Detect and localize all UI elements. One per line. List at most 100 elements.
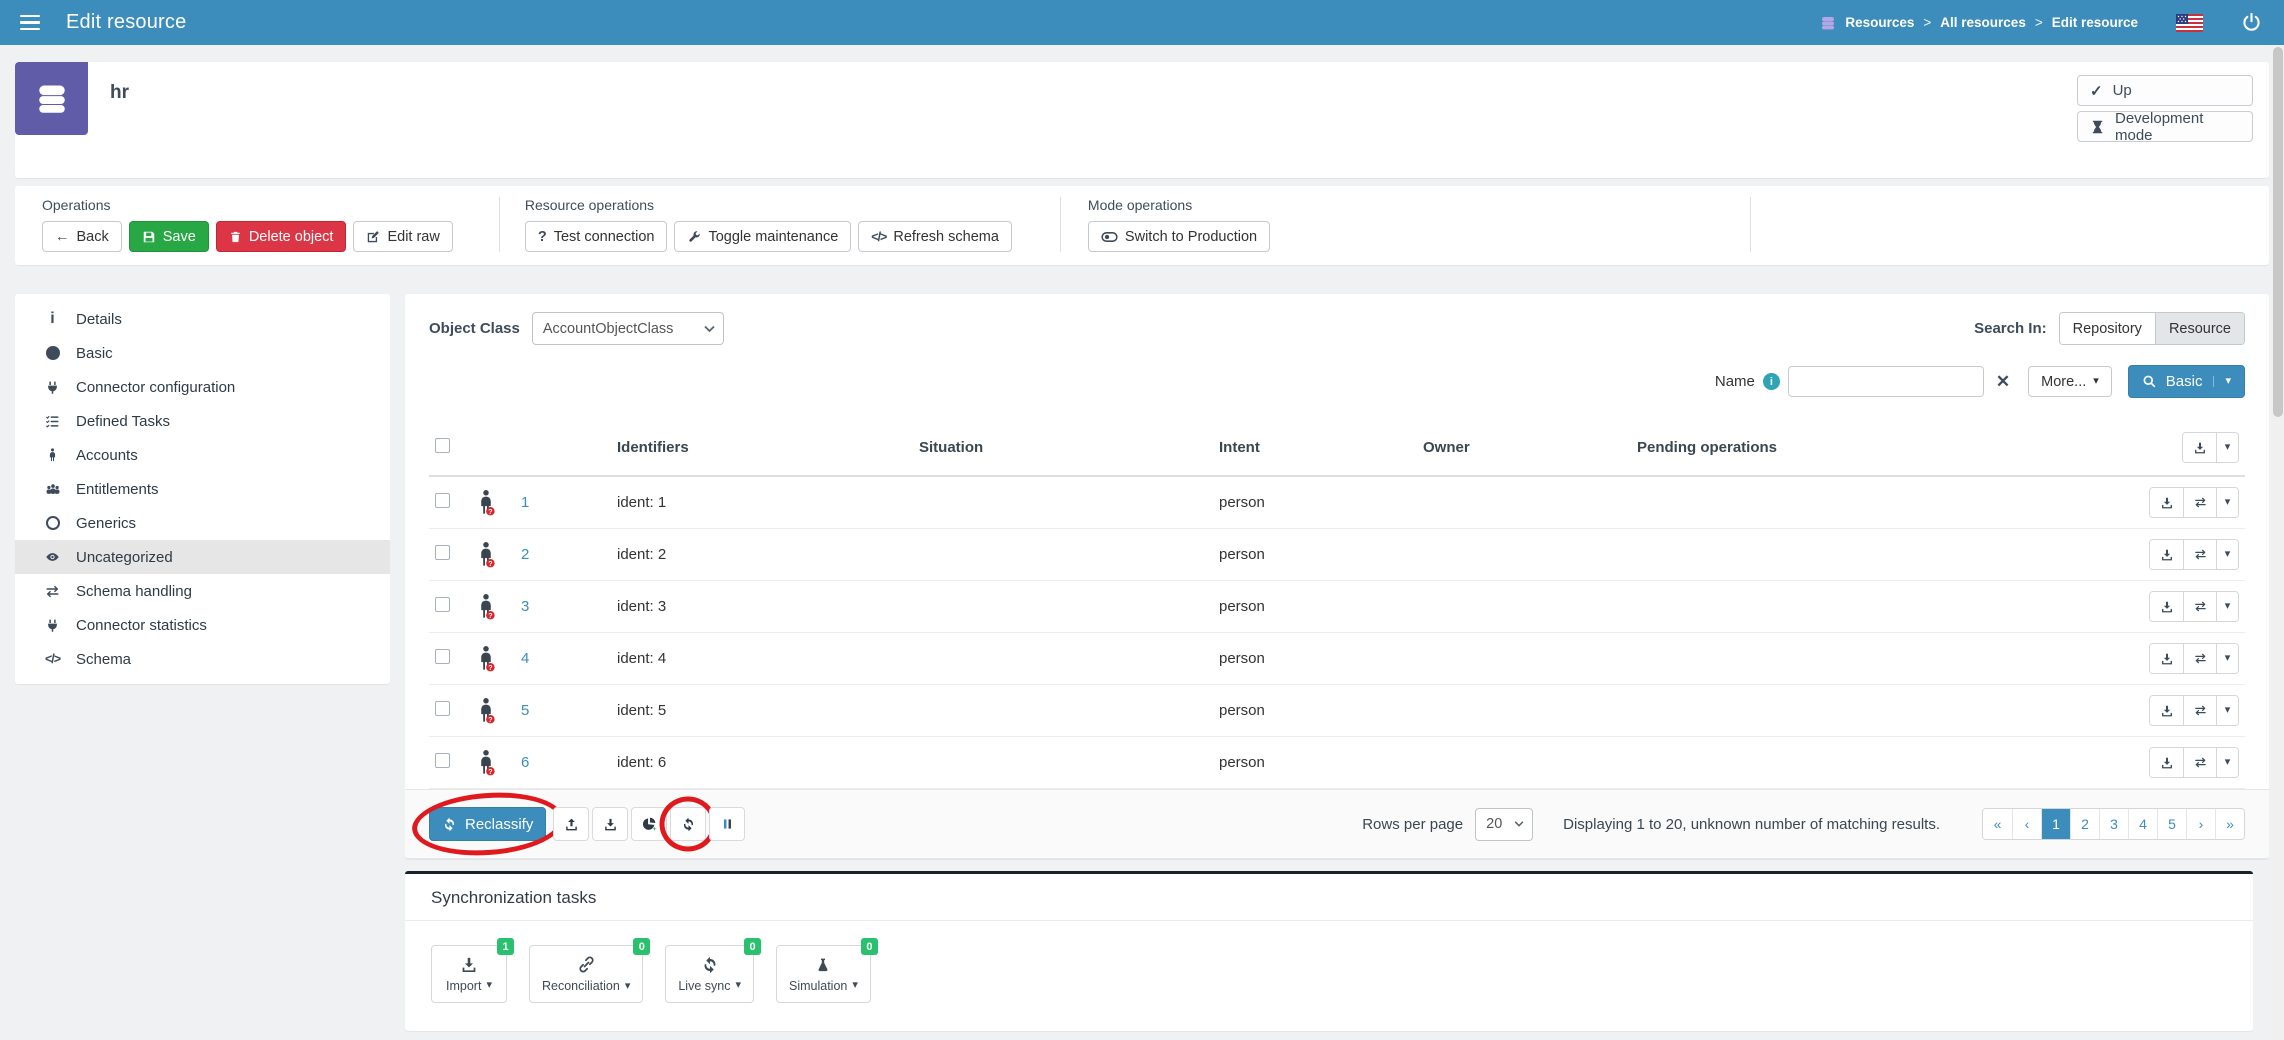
row-transfer-button[interactable] — [2183, 748, 2216, 777]
page-first-button[interactable]: « — [1983, 809, 2012, 839]
logout-power-icon[interactable] — [2241, 12, 2262, 33]
more-filters-button[interactable]: More... ▾ — [2028, 366, 2112, 397]
shadow-id-link[interactable]: 5 — [521, 702, 529, 719]
row-menu-button[interactable]: ▾ — [2216, 540, 2238, 569]
test-connection-button[interactable]: ? Test connection — [525, 221, 668, 252]
row-menu-button[interactable]: ▾ — [2216, 748, 2238, 777]
row-download-button[interactable] — [2150, 748, 2183, 777]
page-4-button[interactable]: 4 — [2128, 809, 2157, 839]
row-checkbox[interactable] — [435, 753, 450, 768]
reclassify-button[interactable]: Reclassify — [429, 807, 546, 841]
header-download-menu-button[interactable]: ▾ — [2216, 433, 2238, 462]
page-last-button[interactable]: » — [2215, 809, 2244, 839]
create-report-pie-icon[interactable]: + — [631, 807, 667, 841]
breadcrumb-all-resources[interactable]: All resources — [1940, 15, 2026, 30]
reconciliation-count-badge: 0 — [633, 938, 650, 955]
upload-button[interactable] — [553, 807, 589, 841]
rows-per-page-select[interactable]: 20 — [1475, 808, 1533, 841]
test-connection-label: Test connection — [554, 229, 655, 245]
row-transfer-button[interactable] — [2183, 592, 2216, 621]
row-checkbox[interactable] — [435, 597, 450, 612]
row-menu-button[interactable]: ▾ — [2216, 644, 2238, 673]
exchange-icon — [42, 584, 63, 599]
delete-object-button[interactable]: Delete object — [216, 221, 347, 252]
cell-situation — [913, 737, 1213, 789]
shadow-id-link[interactable]: 6 — [521, 754, 529, 771]
sidebar-item-schema[interactable]: </> Schema — [15, 642, 390, 676]
refresh-schema-button[interactable]: </> Refresh schema — [858, 221, 1012, 252]
page-2-button[interactable]: 2 — [2070, 809, 2099, 839]
edit-raw-button[interactable]: Edit raw — [353, 221, 452, 252]
row-transfer-button[interactable] — [2183, 488, 2216, 517]
header-download-button[interactable] — [2183, 433, 2216, 462]
status-label: Up — [2113, 82, 2132, 99]
live-sync-task-button[interactable]: Live sync▾ 0 — [665, 945, 754, 1003]
sidebar-item-uncategorized[interactable]: Uncategorized — [15, 540, 390, 574]
back-button[interactable]: ← Back — [42, 221, 122, 252]
sidebar-item-basic[interactable]: Basic — [15, 336, 390, 370]
caret-down-icon: ▾ — [2225, 376, 2231, 387]
name-search-input[interactable] — [1788, 366, 1984, 397]
select-all-checkbox[interactable] — [435, 438, 450, 453]
search-in-repository-button[interactable]: Repository — [2060, 313, 2155, 344]
switch-to-production-button[interactable]: Switch to Production — [1088, 221, 1270, 252]
shadow-id-link[interactable]: 4 — [521, 650, 529, 667]
language-flag-icon[interactable] — [2176, 14, 2203, 32]
sidebar-item-details[interactable]: i Details — [15, 302, 390, 336]
mode-badge-development: Development mode — [2077, 111, 2253, 142]
row-menu-button[interactable]: ▾ — [2216, 696, 2238, 725]
row-transfer-button[interactable] — [2183, 644, 2216, 673]
row-checkbox[interactable] — [435, 649, 450, 664]
shadow-id-link[interactable]: 1 — [521, 494, 529, 511]
caret-down-icon: ▾ — [2093, 376, 2099, 387]
reconciliation-task-button[interactable]: Reconciliation▾ 0 — [529, 945, 643, 1003]
row-download-button[interactable] — [2150, 592, 2183, 621]
row-download-button[interactable] — [2150, 540, 2183, 569]
row-checkbox[interactable] — [435, 493, 450, 508]
object-class-select[interactable]: AccountObjectClass — [532, 312, 724, 345]
breadcrumb-resources[interactable]: Resources — [1845, 15, 1914, 30]
page-3-button[interactable]: 3 — [2099, 809, 2128, 839]
sidebar-item-entitlements[interactable]: Entitlements — [15, 472, 390, 506]
sidebar-item-label: Basic — [76, 345, 113, 362]
row-transfer-button[interactable] — [2183, 696, 2216, 725]
sidebar-item-connector-configuration[interactable]: Connector configuration — [15, 370, 390, 404]
page-scrollbar-track — [2271, 45, 2284, 1040]
page-scrollbar-thumb[interactable] — [2273, 47, 2283, 417]
svg-text:+: + — [653, 826, 657, 832]
page-prev-button[interactable]: ‹ — [2012, 809, 2041, 839]
search-basic-button[interactable]: Basic ▾ — [2128, 365, 2245, 398]
row-transfer-button[interactable] — [2183, 540, 2216, 569]
row-download-button[interactable] — [2150, 488, 2183, 517]
basic-dropdown-toggle[interactable]: ▾ — [2213, 376, 2231, 387]
download-button[interactable] — [592, 807, 628, 841]
page-1-button[interactable]: 1 — [2041, 809, 2070, 839]
simulation-task-button[interactable]: Simulation▾ 0 — [776, 945, 871, 1003]
menu-toggle-icon[interactable] — [20, 15, 40, 30]
row-menu-button[interactable]: ▾ — [2216, 592, 2238, 621]
toggle-maintenance-button[interactable]: Toggle maintenance — [674, 221, 851, 252]
row-checkbox[interactable] — [435, 545, 450, 560]
row-download-button[interactable] — [2150, 644, 2183, 673]
refresh-button[interactable] — [670, 807, 706, 841]
save-button[interactable]: Save — [129, 221, 209, 252]
sidebar-item-connector-statistics[interactable]: Connector statistics — [15, 608, 390, 642]
page-5-button[interactable]: 5 — [2157, 809, 2186, 839]
row-download-button[interactable] — [2150, 696, 2183, 725]
page-next-button[interactable]: › — [2186, 809, 2215, 839]
import-task-button[interactable]: Import▾ 1 — [431, 945, 507, 1003]
shadow-id-link[interactable]: 2 — [521, 546, 529, 563]
pause-refresh-button[interactable] — [709, 807, 745, 841]
arrow-left-icon: ← — [55, 229, 70, 245]
shadow-id-link[interactable]: 3 — [521, 598, 529, 615]
sidebar-item-accounts[interactable]: Accounts — [15, 438, 390, 472]
search-in-resource-button[interactable]: Resource — [2155, 313, 2244, 344]
row-menu-button[interactable]: ▾ — [2216, 488, 2238, 517]
sidebar-item-generics[interactable]: Generics — [15, 506, 390, 540]
clear-search-icon[interactable]: ✕ — [1992, 372, 2014, 392]
table-row: ? 1 ident: 1 person ▾ — [429, 476, 2245, 529]
sidebar-item-schema-handling[interactable]: Schema handling — [15, 574, 390, 608]
sidebar-item-defined-tasks[interactable]: Defined Tasks — [15, 404, 390, 438]
sidebar-item-label: Entitlements — [76, 481, 159, 498]
row-checkbox[interactable] — [435, 701, 450, 716]
